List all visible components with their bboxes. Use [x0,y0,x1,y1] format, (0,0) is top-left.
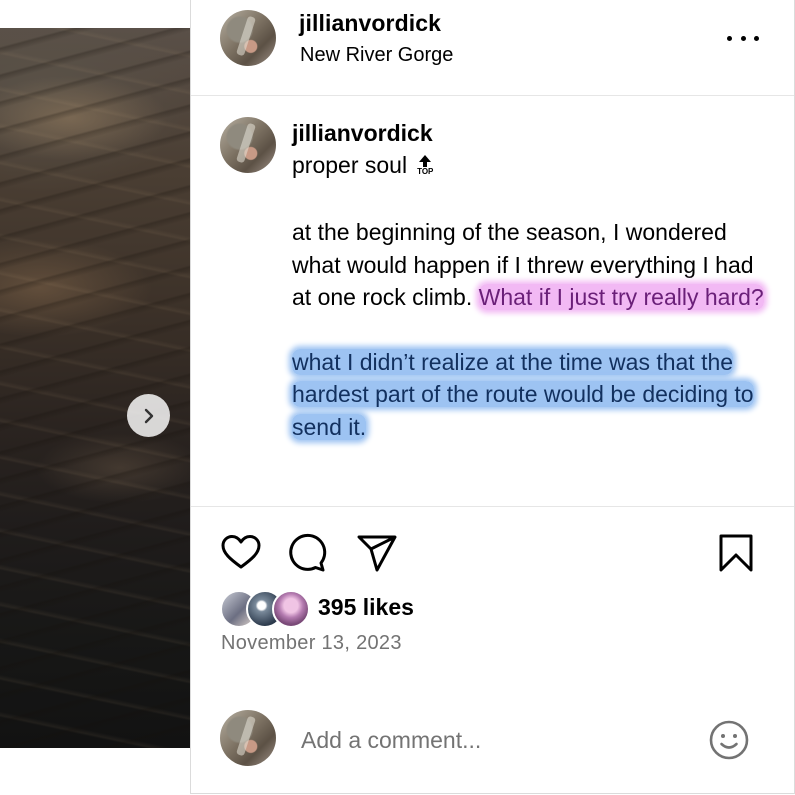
caption-divider [191,506,794,507]
viewer-avatar [220,710,276,766]
comment-icon [289,533,327,572]
more-dot-icon [727,35,732,41]
caption-title-text: proper soul [292,152,408,178]
blue-highlight-text: what I didn’t realize at the time was th… [292,348,754,440]
post-panel: jillianvordick New River Gorge jillianvo… [190,0,795,794]
more-dot-icon [754,35,759,41]
post-date[interactable]: November 13, 2023 [221,632,402,655]
likes-count[interactable]: 395 likes [318,594,414,621]
bookmark-icon [719,534,753,572]
caption-title: proper soul TOP [292,152,433,179]
share-button[interactable] [356,532,398,574]
caption-avatar[interactable] [220,117,276,173]
post-location[interactable]: New River Gorge [300,44,453,67]
post-media[interactable] [0,28,190,748]
likers-avatars[interactable] [220,590,310,628]
header-divider [191,95,794,96]
top-arrow-emoji: TOP [417,155,433,176]
author-avatar[interactable] [220,10,276,66]
top-emoji-label: TOP [417,167,434,176]
save-button[interactable] [715,532,757,574]
next-media-button[interactable] [127,394,170,437]
caption-username[interactable]: jillianvordick [292,120,433,147]
smiley-icon [709,720,749,760]
comment-button[interactable] [285,532,327,574]
caption-paragraph-1: at the beginning of the season, I wonder… [292,216,772,314]
rock-texture [0,28,190,748]
caption-paragraph-2: what I didn’t realize at the time was th… [292,346,772,444]
more-dot-icon [740,35,746,41]
chevron-right-icon [144,408,153,423]
share-icon [357,535,397,572]
like-button[interactable] [220,532,262,574]
author-username[interactable]: jillianvordick [299,10,441,37]
caption-body: at the beginning of the season, I wonder… [292,216,772,443]
pink-highlight-text: What if I just try really hard? [478,284,764,310]
liker-avatar[interactable] [272,590,310,628]
emoji-button[interactable] [708,719,750,761]
more-options-button[interactable] [727,30,759,46]
comment-input[interactable] [301,722,681,758]
action-bar [220,532,765,574]
heart-icon [221,535,261,569]
